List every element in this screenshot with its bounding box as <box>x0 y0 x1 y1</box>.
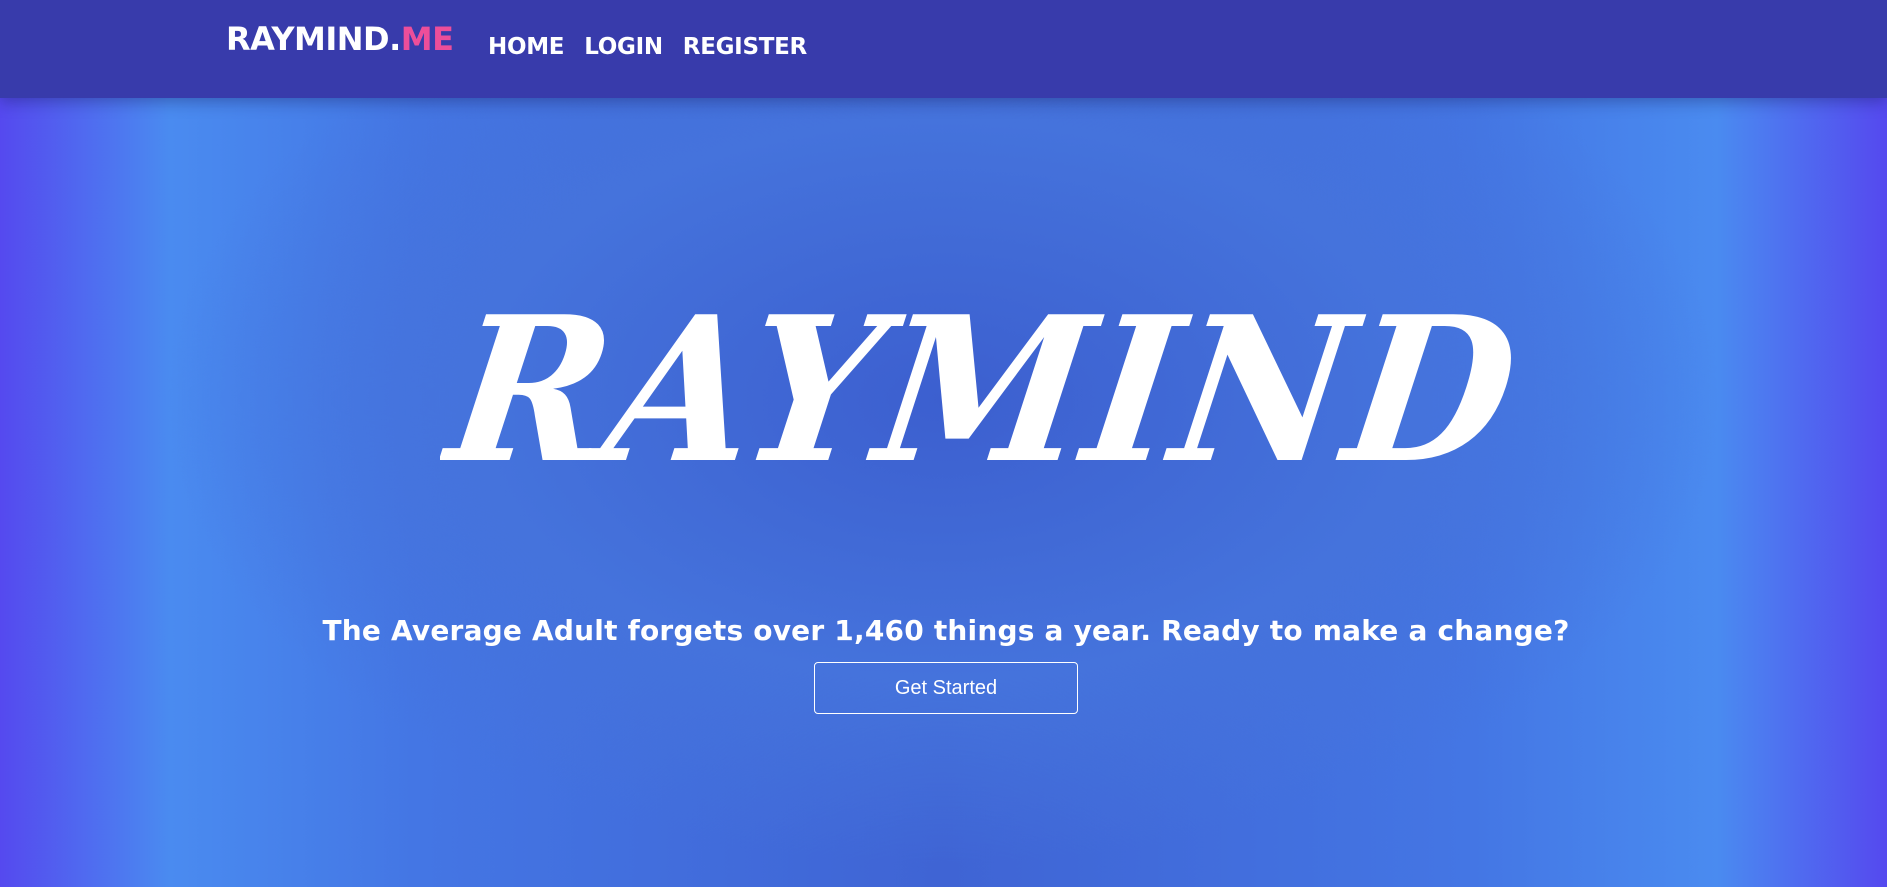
nav-links: HOME LOGIN REGISTER <box>488 34 807 60</box>
hero-tagline: The Average Adult forgets over 1,460 thi… <box>322 614 1570 647</box>
nav-register-link[interactable]: REGISTER <box>683 34 807 60</box>
nav-login-link[interactable]: LOGIN <box>584 34 663 60</box>
brand-accent: ME <box>400 20 454 58</box>
brand-main: RAYMIND. <box>226 20 401 58</box>
nav-home-link[interactable]: HOME <box>488 34 565 60</box>
get-started-button[interactable]: Get Started <box>814 662 1078 714</box>
hero-logo: RAYMIND <box>440 273 1520 508</box>
hero-logo-text: RAYMIND <box>440 273 1520 508</box>
navbar: RAYMIND.ME HOME LOGIN REGISTER <box>0 0 1887 98</box>
brand-logo[interactable]: RAYMIND.ME <box>226 20 454 58</box>
